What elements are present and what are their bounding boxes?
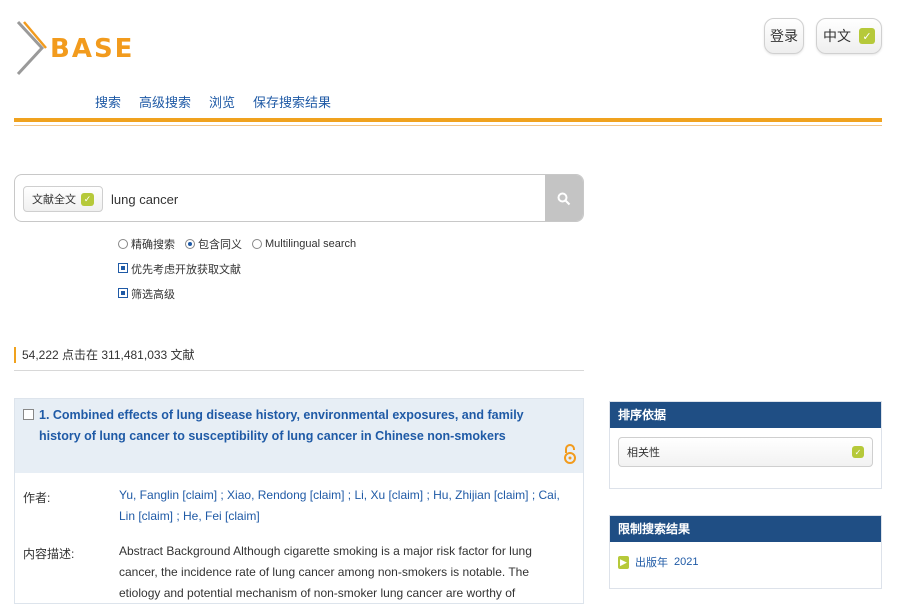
authors-text[interactable]: Yu, Fanglin [claim] ; Xiao, Rendong [cla… <box>119 488 560 523</box>
sort-panel: 排序依据 相关性 ✓ <box>609 401 882 489</box>
filter-value: 2021 <box>674 556 699 568</box>
language-selector[interactable]: 中文 ✓ <box>816 18 882 54</box>
radio-multilingual[interactable]: Multilingual search <box>252 238 356 250</box>
nav-search[interactable]: 搜索 <box>95 92 121 111</box>
radio-label: 包含同义 <box>198 239 242 251</box>
checkbox[interactable] <box>118 263 128 273</box>
search-bar: 文献全文 ✓ <box>14 174 584 222</box>
radio-button[interactable] <box>185 239 195 249</box>
description-label: 内容描述: <box>23 547 75 561</box>
sort-dropdown[interactable]: 相关性 ✓ <box>618 437 873 467</box>
chevron-down-icon: ✓ <box>81 192 94 206</box>
expand-arrow-icon: ▶ <box>618 555 629 569</box>
search-scope-dropdown[interactable]: 文献全文 ✓ <box>23 186 103 212</box>
result-count: 54,222 点击在 311,481,033 文献 <box>14 347 195 363</box>
logo-chevron-icon <box>16 20 47 76</box>
search-button[interactable] <box>545 175 583 221</box>
result-select-checkbox[interactable] <box>23 409 34 420</box>
filter-year[interactable]: ▶ 出版年 2021 <box>618 554 873 570</box>
header-divider <box>14 118 882 122</box>
result-header: 1. Combined effects of lung disease hist… <box>15 399 583 473</box>
radio-synonyms[interactable]: 包含同义 <box>185 236 242 252</box>
open-access-option[interactable]: 优先考虑开放获取文献 <box>118 261 356 277</box>
radio-button[interactable] <box>118 239 128 249</box>
result-item: 1. Combined effects of lung disease hist… <box>14 398 584 604</box>
filter-heading: 限制搜索结果 <box>610 516 881 542</box>
radio-exact[interactable]: 精确搜索 <box>118 236 175 252</box>
radio-label: Multilingual search <box>265 238 357 250</box>
result-title-link[interactable]: 1. Combined effects of lung disease hist… <box>39 405 539 447</box>
search-input[interactable] <box>111 187 531 211</box>
checkbox[interactable] <box>118 288 128 298</box>
search-options: 精确搜索 包含同义 Multilingual search 优先考虑开放获取文献… <box>118 236 356 311</box>
filter-panel: 限制搜索结果 ▶ 出版年 2021 <box>609 515 882 589</box>
main-nav: 搜索 高级搜索 浏览 保存搜索结果 <box>95 92 331 111</box>
language-label: 中文 <box>823 28 851 44</box>
search-scope-label: 文献全文 <box>32 194 76 206</box>
radio-button[interactable] <box>252 239 262 249</box>
header-divider-thin <box>14 125 882 126</box>
checkbox-label: 筛选高级 <box>131 289 175 301</box>
nav-saved-results[interactable]: 保存搜索结果 <box>253 92 331 111</box>
chevron-down-icon: ✓ <box>852 446 864 458</box>
author-list[interactable]: Yu, Fanglin [claim] ; Xiao, Rendong [cla… <box>119 485 571 527</box>
logo-text: BASE <box>50 34 135 64</box>
login-button[interactable]: 登录 <box>764 18 804 54</box>
checkbox-label: 优先考虑开放获取文献 <box>131 264 241 276</box>
description-text: Abstract Background Although cigarette s… <box>119 544 532 600</box>
search-mode-radios: 精确搜索 包含同义 Multilingual search <box>118 236 356 252</box>
chevron-down-icon: ✓ <box>859 28 875 44</box>
filter-label: 出版年 <box>635 557 668 569</box>
login-label: 登录 <box>770 28 798 44</box>
advanced-filter-option[interactable]: 筛选高级 <box>118 286 356 302</box>
nav-browse[interactable]: 浏览 <box>209 92 235 111</box>
nav-advanced-search[interactable]: 高级搜索 <box>139 92 191 111</box>
author-label: 作者: <box>23 491 51 505</box>
radio-label: 精确搜索 <box>131 239 175 251</box>
base-logo[interactable]: BASE <box>16 18 136 76</box>
search-icon <box>557 192 571 206</box>
open-access-icon <box>564 444 576 464</box>
sort-selected: 相关性 <box>627 447 660 459</box>
sort-heading: 排序依据 <box>610 402 881 428</box>
divider <box>14 370 584 371</box>
